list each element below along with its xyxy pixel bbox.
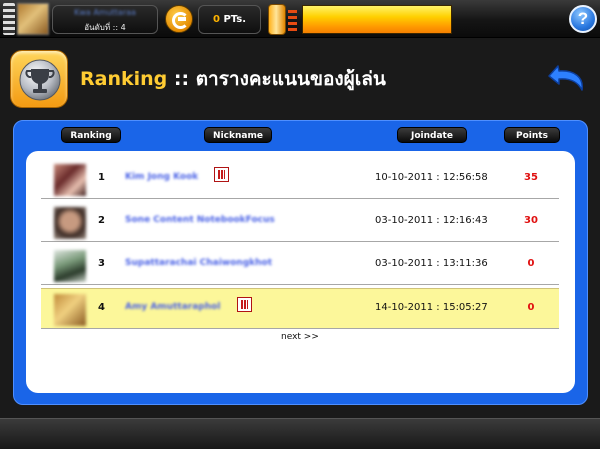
column-header-ranking: Ranking bbox=[61, 127, 121, 143]
join-date: 03-10-2011 : 13:11:36 bbox=[375, 258, 488, 269]
energy-can-icon bbox=[268, 4, 298, 35]
player-points: 35 bbox=[524, 172, 538, 183]
player-nickname[interactable]: Kim Jong Kook bbox=[125, 172, 198, 182]
page-title: Ranking :: ตารางคะแนนของผู้เล่น bbox=[80, 64, 386, 94]
game-badge-icon bbox=[214, 167, 229, 182]
join-date: 14-10-2011 : 15:05:27 bbox=[375, 302, 488, 313]
join-date: 03-10-2011 : 12:16:43 bbox=[375, 215, 488, 226]
next-page-link[interactable]: next >> bbox=[281, 332, 319, 342]
player-nickname[interactable]: Sone Content NotebookFocus bbox=[125, 215, 275, 225]
game-badge-icon bbox=[237, 297, 252, 312]
table-row[interactable]: 3 Supattarachai Chaiwongkhot 03-10-2011 … bbox=[41, 245, 559, 285]
player-points: 0 bbox=[527, 258, 535, 269]
column-header-nickname: Nickname bbox=[204, 127, 272, 143]
ranking-panel: Ranking Nickname Joindate Points 1 Kim J… bbox=[13, 120, 588, 405]
column-header-joindate: Joindate bbox=[397, 127, 467, 143]
join-date: 10-10-2011 : 12:56:58 bbox=[375, 172, 488, 183]
points-unit: PTs. bbox=[223, 14, 247, 25]
player-points: 30 bbox=[524, 215, 538, 226]
page-title-ranking: Ranking bbox=[80, 68, 168, 90]
player-nickname[interactable]: Supattarachai Chaiwongkhot bbox=[125, 258, 272, 268]
column-header-points: Points bbox=[504, 127, 560, 143]
player-avatar[interactable] bbox=[54, 250, 86, 282]
player-avatar[interactable] bbox=[54, 294, 86, 326]
rank-number: 3 bbox=[98, 258, 105, 269]
player-points: 0 bbox=[527, 302, 535, 313]
bottom-bar bbox=[0, 418, 600, 449]
help-button[interactable]: ? bbox=[569, 5, 597, 33]
menu-strip-icon[interactable] bbox=[3, 3, 15, 35]
energy-bar bbox=[302, 5, 452, 34]
user-rank: อันดับที่ :: 4 bbox=[84, 23, 126, 32]
trophy-icon bbox=[10, 50, 68, 108]
rank-number: 2 bbox=[98, 215, 105, 226]
rank-number: 1 bbox=[98, 172, 105, 183]
rank-number: 4 bbox=[98, 302, 105, 313]
user-name: Kwa Amuttaraa bbox=[74, 8, 136, 17]
user-avatar[interactable] bbox=[17, 3, 49, 35]
ranking-table: 1 Kim Jong Kook 10-10-2011 : 12:56:58 35… bbox=[26, 151, 575, 393]
back-arrow-icon[interactable] bbox=[548, 62, 588, 92]
c-coin-icon[interactable] bbox=[165, 5, 193, 33]
table-row[interactable]: 2 Sone Content NotebookFocus 03-10-2011 … bbox=[41, 202, 559, 242]
player-avatar[interactable] bbox=[54, 164, 86, 196]
points-value: 0 bbox=[212, 14, 220, 25]
page-title-subtitle: :: ตารางคะแนนของผู้เล่น bbox=[167, 68, 386, 90]
table-row[interactable]: 1 Kim Jong Kook 10-10-2011 : 12:56:58 35 bbox=[41, 159, 559, 199]
top-bar: Kwa Amuttaraa อันดับที่ :: 4 0 PTs. ? bbox=[0, 0, 600, 38]
points-box: 0 PTs. bbox=[198, 5, 261, 34]
player-nickname[interactable]: Amy Amuttaraphol bbox=[125, 302, 220, 312]
player-avatar[interactable] bbox=[54, 207, 86, 239]
table-row-current-user[interactable]: 4 Amy Amuttaraphol 14-10-2011 : 15:05:27… bbox=[41, 288, 559, 329]
user-info-box: Kwa Amuttaraa อันดับที่ :: 4 bbox=[52, 5, 158, 34]
